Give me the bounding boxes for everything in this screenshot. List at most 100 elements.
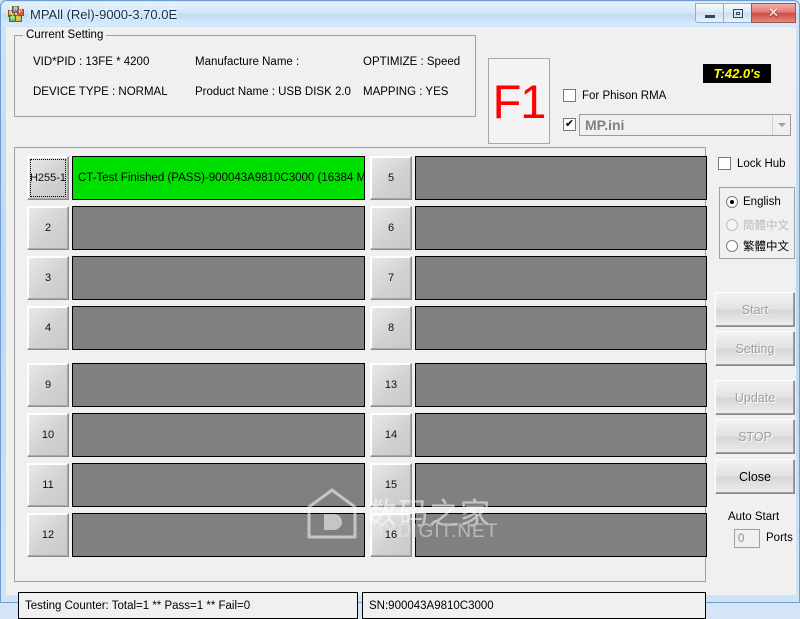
auto-start-label: Auto Start (728, 511, 780, 523)
port-button-2[interactable]: 2 (27, 206, 69, 250)
port-row-10: 10 (27, 413, 365, 457)
ini-enable-checkbox[interactable]: ✔ (563, 118, 576, 131)
minimize-icon (704, 14, 715, 18)
radio-icon-selected (726, 196, 738, 208)
port-button-label: 10 (41, 429, 55, 441)
setting-button[interactable]: Setting (715, 331, 795, 366)
language-option-simplified-chinese: 簡體中文 (726, 217, 789, 233)
checkbox-box (718, 157, 731, 170)
port-row-15: 15 (370, 463, 707, 507)
lock-hub-checkbox[interactable]: Lock Hub (718, 157, 786, 170)
port-button-11[interactable]: 11 (27, 463, 69, 507)
port-status-7 (415, 256, 707, 300)
manufacture-name-label: Manufacture Name : (195, 56, 300, 68)
port-row-2: 2 (27, 206, 365, 250)
port-button-label: 15 (384, 479, 398, 491)
port-row-6: 6 (370, 206, 707, 250)
testing-counter-statusbar: Testing Counter: Total=1 ** Pass=1 ** Fa… (18, 592, 358, 619)
ports-unit-label: Ports (766, 532, 793, 544)
port-button-14[interactable]: 14 (370, 413, 412, 457)
timer-badge: T:42.0's (703, 64, 771, 83)
port-status-13 (415, 363, 707, 407)
port-button-4[interactable]: 4 (27, 306, 69, 350)
port-button-1[interactable]: H255-1 (27, 156, 69, 200)
minimize-button[interactable] (695, 3, 724, 23)
language-group: English 簡體中文 繁體中文 (719, 187, 795, 259)
port-status-4 (72, 306, 365, 350)
port-row-11: 11 (27, 463, 365, 507)
port-status-5 (415, 156, 707, 200)
port-button-label: 8 (387, 322, 395, 334)
optimize-label: OPTIMIZE : Speed (363, 56, 461, 68)
port-button-15[interactable]: 15 (370, 463, 412, 507)
product-name-label: Product Name : USB DISK 2.0 (195, 86, 351, 98)
port-row-4: 4 (27, 306, 365, 350)
start-button[interactable]: Start (715, 292, 795, 327)
port-row-9: 9 (27, 363, 365, 407)
setting-button-label: Setting (735, 341, 775, 356)
port-button-5[interactable]: 5 (370, 156, 412, 200)
timer-text: T:42.0's (713, 66, 761, 81)
ini-file-combobox[interactable]: MP.ini (579, 114, 791, 136)
port-button-8[interactable]: 8 (370, 306, 412, 350)
vid-pid-label: VID*PID : 13FE * 4200 (33, 56, 150, 68)
close-action-button[interactable]: Close (715, 459, 795, 494)
port-status-1: CT-Test Finished (PASS)-900043A9810C3000… (72, 156, 365, 200)
port-status-15 (415, 463, 707, 507)
port-status-3 (72, 256, 365, 300)
port-button-13[interactable]: 13 (370, 363, 412, 407)
maximize-button[interactable] (723, 3, 752, 23)
port-row-12: 12 (27, 513, 365, 557)
device-type-label: DEVICE TYPE : NORMAL (33, 86, 168, 98)
auto-start-ports-value: 0 (738, 532, 745, 545)
port-row-1: H255-1 CT-Test Finished (PASS)-900043A98… (27, 156, 365, 200)
application-window: M N P A L MPAll (Rel)-9000-3.70.0E ✕ Cur… (0, 0, 800, 619)
port-button-16[interactable]: 16 (370, 513, 412, 557)
testing-counter-text: Testing Counter: Total=1 ** Pass=1 ** Fa… (25, 599, 251, 612)
chevron-down-icon[interactable] (772, 115, 790, 135)
port-button-label: 14 (384, 429, 398, 441)
stop-button-label: STOP (738, 429, 772, 444)
current-setting-group: Current Setting VID*PID : 13FE * 4200 DE… (14, 29, 476, 117)
port-button-label: 7 (387, 272, 395, 284)
title-bar: M N P A L MPAll (Rel)-9000-3.70.0E ✕ (2, 2, 798, 26)
close-button[interactable]: ✕ (751, 3, 796, 23)
port-button-12[interactable]: 12 (27, 513, 69, 557)
phison-rma-checkbox[interactable]: For Phison RMA (563, 89, 666, 102)
port-status-14 (415, 413, 707, 457)
port-button-label: 6 (387, 222, 395, 234)
f1-indicator: F1 (488, 58, 550, 144)
current-setting-legend: Current Setting (23, 29, 107, 41)
serial-number-text: SN:900043A9810C3000 (369, 599, 494, 612)
auto-start-ports-input[interactable]: 0 (734, 529, 760, 548)
port-row-14: 14 (370, 413, 707, 457)
language-label: English (743, 196, 781, 208)
language-option-english[interactable]: English (726, 196, 781, 208)
port-button-label: 13 (384, 379, 398, 391)
port-button-3[interactable]: 3 (27, 256, 69, 300)
window-title: MPAll (Rel)-9000-3.70.0E (30, 6, 178, 22)
radio-icon (726, 240, 738, 252)
radio-icon-disabled (726, 219, 738, 231)
port-status-10 (72, 413, 365, 457)
port-grid-panel: H255-1 CT-Test Finished (PASS)-900043A98… (14, 147, 707, 582)
update-button[interactable]: Update (715, 380, 795, 415)
port-row-7: 7 (370, 256, 707, 300)
port-button-label: 3 (44, 272, 52, 284)
window-controls: ✕ (695, 3, 796, 23)
restore-icon (732, 8, 743, 18)
port-row-3: 3 (27, 256, 365, 300)
checkbox-box-checked: ✔ (563, 118, 576, 131)
port-button-9[interactable]: 9 (27, 363, 69, 407)
stop-button[interactable]: STOP (715, 419, 795, 454)
ini-file-value: MP.ini (585, 117, 625, 133)
port-status-9 (72, 363, 365, 407)
port-button-6[interactable]: 6 (370, 206, 412, 250)
close-action-button-label: Close (739, 469, 771, 484)
language-option-traditional-chinese[interactable]: 繁體中文 (726, 238, 789, 254)
mapping-label: MAPPING : YES (363, 86, 449, 98)
port-row-16: 16 (370, 513, 707, 557)
port-button-10[interactable]: 10 (27, 413, 69, 457)
port-status-8 (415, 306, 707, 350)
port-button-7[interactable]: 7 (370, 256, 412, 300)
